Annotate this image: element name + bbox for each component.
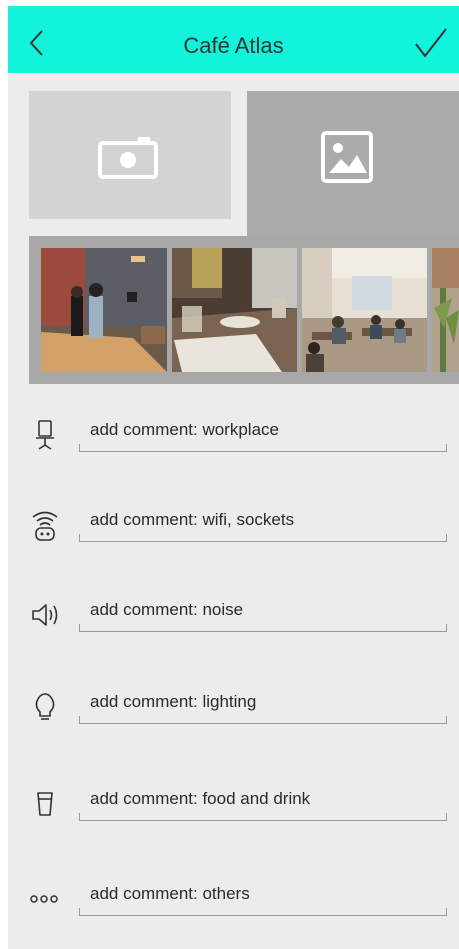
app-bar: Café Atlas <box>8 6 459 73</box>
field-underline <box>79 908 447 916</box>
field-underline <box>79 813 447 821</box>
more-dots-icon <box>30 895 58 903</box>
comment-row-wifi: add comment: wifi, sockets <box>8 508 459 558</box>
desk-chair-icon <box>36 420 54 450</box>
comment-placeholder: add comment: workplace <box>90 420 279 439</box>
comment-placeholder: add comment: lighting <box>90 692 257 711</box>
comment-row-noise: add comment: noise <box>8 598 459 648</box>
camera-tab[interactable] <box>29 91 231 219</box>
checkmark-icon[interactable] <box>413 26 449 60</box>
field-underline <box>79 444 447 452</box>
comment-field-wifi[interactable]: add comment: wifi, sockets <box>79 508 447 542</box>
comment-placeholder: add comment: food and drink <box>90 789 311 808</box>
image-icon <box>321 131 373 183</box>
gallery-tab[interactable] <box>247 91 459 241</box>
comment-field-others[interactable]: add comment: others <box>79 882 447 916</box>
photo-thumbnail[interactable] <box>432 248 459 372</box>
comment-field-food[interactable]: add comment: food and drink <box>79 787 447 821</box>
photo-strip[interactable] <box>29 236 459 384</box>
wifi-socket-icon <box>32 511 58 541</box>
field-underline <box>79 534 447 542</box>
page-title: Café Atlas <box>183 33 284 58</box>
comment-placeholder: add comment: others <box>90 884 250 903</box>
comment-row-workplace: add comment: workplace <box>8 418 459 468</box>
cup-icon <box>37 792 53 816</box>
photo-thumbnail[interactable] <box>41 248 167 372</box>
camera-icon <box>98 137 158 179</box>
field-underline <box>79 624 447 632</box>
comment-field-workplace[interactable]: add comment: workplace <box>79 418 447 452</box>
field-underline <box>79 716 447 724</box>
photo-thumbnail[interactable] <box>302 248 427 372</box>
comment-row-lighting: add comment: lighting <box>8 690 459 740</box>
comment-field-noise[interactable]: add comment: noise <box>79 598 447 632</box>
comment-row-food: add comment: food and drink <box>8 787 459 837</box>
comment-field-lighting[interactable]: add comment: lighting <box>79 690 447 724</box>
comment-placeholder: add comment: noise <box>90 600 244 619</box>
comment-placeholder: add comment: wifi, sockets <box>90 510 295 529</box>
app-screen: Café Atlas add comment: workplace add co… <box>8 6 459 949</box>
comment-row-others: add comment: others <box>8 882 459 932</box>
lightbulb-icon <box>35 693 55 720</box>
photo-thumbnail[interactable] <box>172 248 297 372</box>
speaker-icon <box>32 604 58 626</box>
